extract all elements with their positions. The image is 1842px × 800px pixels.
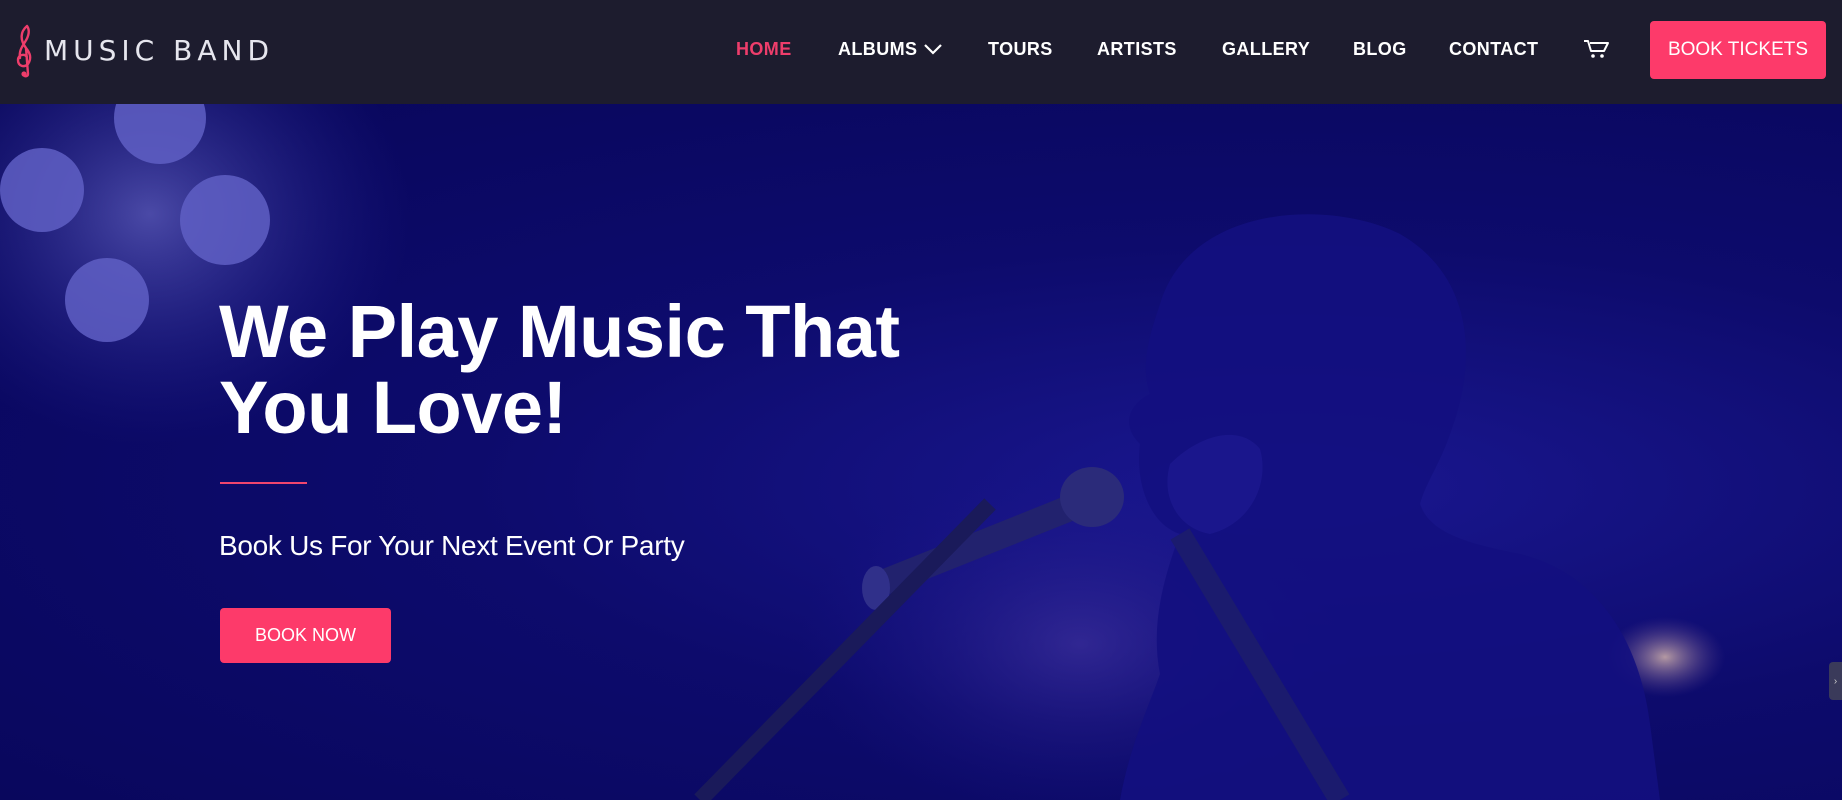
nav-item-artists[interactable]: ARTISTS (1097, 39, 1177, 60)
hero-section: We Play Music That You Love! Book Us For… (0, 104, 1842, 800)
side-panel-toggle[interactable]: › (1829, 662, 1842, 700)
site-logo[interactable]: MUSIC BAND (14, 22, 274, 78)
book-tickets-button[interactable]: BOOK TICKETS (1650, 21, 1826, 79)
hero-divider (220, 482, 307, 484)
cart-icon[interactable] (1583, 38, 1611, 60)
chevron-down-icon[interactable] (923, 42, 943, 56)
treble-clef-icon (16, 24, 32, 78)
hero-headline-line-2: You Love! (219, 366, 567, 449)
nav-item-blog[interactable]: BLOG (1353, 39, 1407, 60)
nav-item-albums[interactable]: ALBUMS (838, 39, 917, 60)
hero-headline: We Play Music That You Love! (219, 294, 939, 446)
hero-subtitle: Book Us For Your Next Event Or Party (219, 530, 685, 561)
nav-item-gallery[interactable]: GALLERY (1222, 39, 1310, 60)
site-header: MUSIC BAND HOME ALBUMS TOURS ARTISTS GAL… (0, 0, 1842, 104)
hero-background-image (0, 104, 1725, 800)
nav-item-home[interactable]: HOME (736, 39, 792, 60)
book-now-button[interactable]: BOOK NOW (220, 608, 391, 663)
nav-item-contact[interactable]: CONTACT (1449, 39, 1538, 60)
hero-headline-line-1: We Play Music That (219, 290, 900, 373)
logo-text: MUSIC BAND (44, 33, 275, 67)
nav-item-tours[interactable]: TOURS (988, 39, 1053, 60)
